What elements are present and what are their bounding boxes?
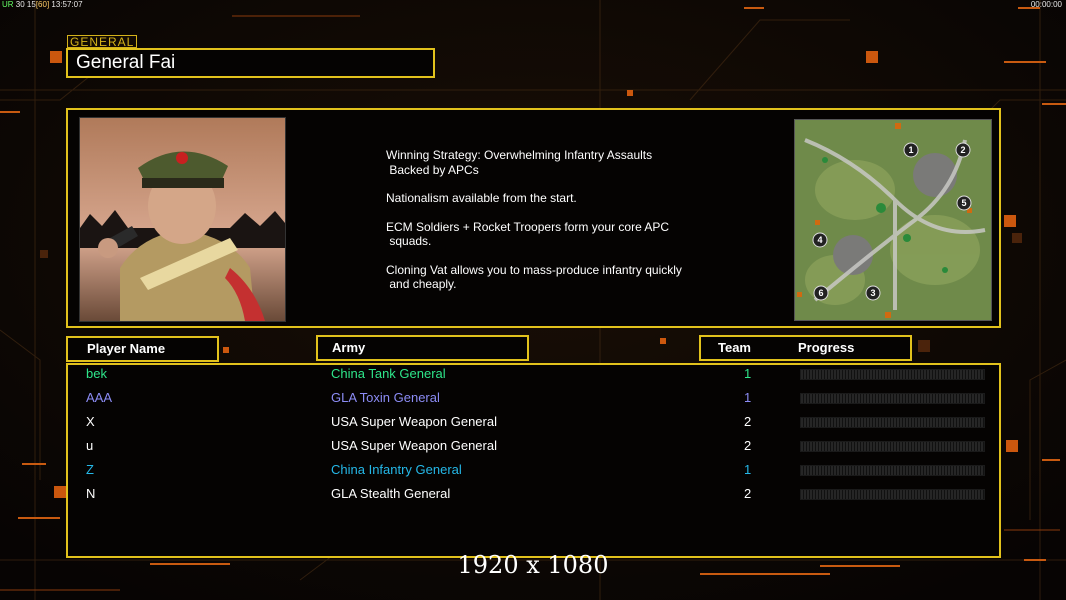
player-progress-bar [800, 465, 985, 476]
svg-text:2: 2 [960, 145, 965, 155]
strategy-line: ECM Soldiers + Rocket Troopers form your… [386, 219, 670, 249]
general-tag: GENERAL [67, 35, 137, 49]
svg-text:6: 6 [818, 288, 823, 298]
column-header-team-progress: Team Progress [699, 335, 912, 361]
start-position-3: 3 [865, 285, 881, 301]
fps-target: [60] [35, 0, 50, 9]
player-team: 1 [744, 366, 752, 381]
player-army: USA Super Weapon General [331, 414, 497, 429]
svg-text:1: 1 [908, 145, 913, 155]
player-progress-bar [800, 441, 985, 452]
general-name: General Fai [66, 48, 435, 78]
start-position-5: 5 [956, 195, 972, 211]
strategy-line: Cloning Vat allows you to mass-produce i… [386, 262, 682, 292]
player-progress-bar [800, 489, 985, 500]
column-header-progress: Progress [798, 340, 855, 355]
column-header-team: Team [718, 340, 751, 355]
player-row: Z China Infantry General 1 [0, 462, 1066, 486]
player-army: GLA Toxin General [331, 390, 440, 405]
player-name: N [86, 486, 96, 501]
player-team: 2 [744, 438, 752, 453]
player-team: 1 [744, 462, 752, 477]
player-name: bek [86, 366, 107, 381]
player-row: X USA Super Weapon General 2 [0, 414, 1066, 438]
player-name: Z [86, 462, 94, 477]
player-name: AAA [86, 390, 113, 405]
start-position-1: 1 [903, 142, 919, 158]
svg-text:3: 3 [870, 288, 875, 298]
player-row: bek China Tank General 1 [0, 366, 1066, 390]
start-position-2: 2 [955, 142, 971, 158]
svg-text:4: 4 [817, 235, 822, 245]
player-army: GLA Stealth General [331, 486, 451, 501]
strategy-line: Nationalism available from the start. [386, 191, 577, 205]
svg-text:5: 5 [961, 198, 966, 208]
player-name: X [86, 414, 95, 429]
player-army: USA Super Weapon General [331, 438, 497, 453]
fps-counter: UR 30 15[60] 13:57:07 [2, 0, 83, 9]
resolution-label: 1920 x 1080 [457, 551, 609, 579]
start-position-4: 4 [812, 232, 828, 248]
column-header-player-name: Player Name [66, 336, 219, 362]
general-portrait [79, 117, 286, 322]
player-army: China Tank General [331, 366, 446, 381]
player-progress-bar [800, 393, 985, 404]
player-team: 1 [744, 390, 752, 405]
player-row: u USA Super Weapon General 2 [0, 438, 1066, 462]
player-team: 2 [744, 414, 752, 429]
player-row: N GLA Stealth General 2 [0, 486, 1066, 510]
map-preview: 1 2 3 4 5 6 [794, 119, 992, 321]
fps-prefix: UR [2, 0, 14, 9]
winning-strategy-text: Winning Strategy: Overwhelming Infantry … [386, 148, 706, 306]
fps-values: 30 15 [15, 0, 36, 9]
game-clock: 00:00:00 [1030, 0, 1062, 9]
start-position-6: 6 [813, 285, 829, 301]
player-progress-bar [800, 417, 985, 428]
system-time: 13:57:07 [51, 0, 83, 9]
player-name: u [86, 438, 94, 453]
player-team: 2 [744, 486, 752, 501]
column-header-army: Army [316, 335, 529, 361]
strategy-line: Winning Strategy: Overwhelming Infantry … [386, 148, 653, 177]
player-army: China Infantry General [331, 462, 462, 477]
player-progress-bar [800, 369, 985, 380]
player-row: AAA GLA Toxin General 1 [0, 390, 1066, 414]
